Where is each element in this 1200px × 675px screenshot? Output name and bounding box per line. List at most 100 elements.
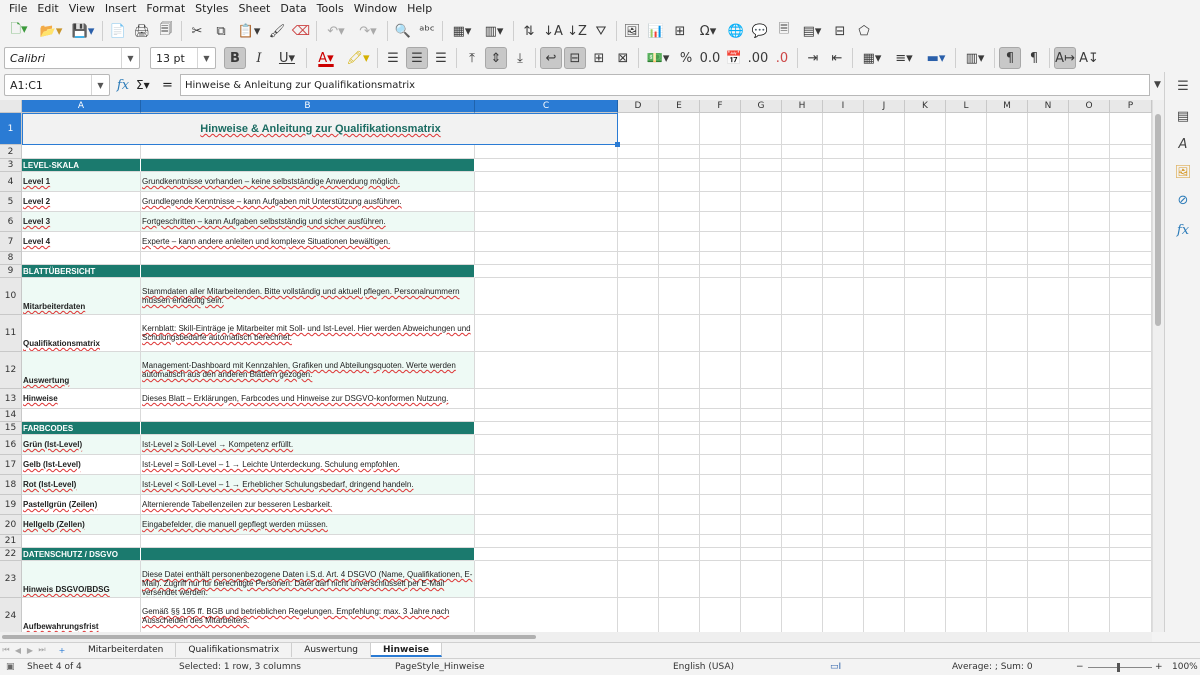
empty-cell[interactable] [905, 113, 946, 145]
properties-icon[interactable]: ▤ [1173, 106, 1193, 126]
empty-cell[interactable] [741, 455, 782, 475]
border-style-icon[interactable]: ≡▾ [889, 47, 919, 69]
section-header[interactable]: BLATTÜBERSICHT [22, 265, 141, 278]
empty-cell[interactable] [782, 352, 823, 389]
empty-cell[interactable] [659, 278, 700, 315]
empty-cell[interactable] [659, 409, 700, 422]
row-header[interactable]: 17 [0, 455, 22, 475]
empty-cell[interactable] [946, 192, 987, 212]
empty-cell[interactable] [946, 265, 987, 278]
underline-button[interactable]: U▾ [272, 47, 302, 69]
empty-cell[interactable] [905, 598, 946, 632]
empty-cell[interactable] [1028, 252, 1069, 265]
empty-cell[interactable] [741, 278, 782, 315]
define-print-area-icon[interactable]: ▤▾ [797, 20, 827, 42]
empty-cell[interactable] [1110, 172, 1152, 192]
empty-cell[interactable] [700, 265, 741, 278]
column-header-f[interactable]: F [700, 100, 741, 113]
vertical-scrollbar[interactable] [1152, 100, 1164, 632]
empty-cell[interactable] [823, 535, 864, 548]
date-format-icon[interactable]: 📅 [723, 47, 745, 69]
row-header[interactable]: 20 [0, 515, 22, 535]
right-to-left-icon[interactable]: ¶ [1023, 47, 1045, 69]
empty-cell[interactable] [987, 409, 1028, 422]
empty-cell[interactable] [1110, 422, 1152, 435]
empty-cell[interactable] [823, 159, 864, 172]
empty-cell[interactable] [946, 422, 987, 435]
empty-cell[interactable] [1028, 535, 1069, 548]
empty-cell[interactable] [700, 435, 741, 455]
empty-cell[interactable] [782, 265, 823, 278]
border-color-icon[interactable]: ▬▾ [921, 47, 951, 69]
description-cell[interactable]: Dieses Blatt – Erklärungen, Farbcodes un… [141, 389, 475, 409]
row-header[interactable]: 3 [0, 159, 22, 172]
column-header-b[interactable]: B [141, 100, 475, 113]
empty-cell[interactable] [1069, 535, 1110, 548]
empty-cell[interactable] [1069, 561, 1110, 598]
column-header-a[interactable]: A [22, 100, 141, 113]
empty-cell[interactable] [823, 265, 864, 278]
italic-button[interactable]: I [248, 47, 270, 69]
empty-cell[interactable] [823, 212, 864, 232]
empty-cell[interactable] [1110, 389, 1152, 409]
save-icon[interactable]: 💾▾ [68, 20, 98, 42]
empty-cell[interactable] [741, 535, 782, 548]
empty-cell[interactable] [1028, 598, 1069, 632]
row-header[interactable]: 23 [0, 561, 22, 598]
name-box[interactable]: A1:C1 ▼ [4, 74, 110, 96]
align-right-icon[interactable]: ☰ [430, 47, 452, 69]
empty-cell[interactable] [659, 475, 700, 495]
zoom-level[interactable]: 100% [1172, 662, 1198, 672]
row-header[interactable]: 4 [0, 172, 22, 192]
sort-icon[interactable]: ⇅ [518, 20, 540, 42]
row-header[interactable]: 13 [0, 389, 22, 409]
empty-cell[interactable] [700, 145, 741, 159]
section-header-fill[interactable] [141, 159, 475, 172]
empty-cell[interactable] [659, 265, 700, 278]
empty-cell[interactable] [946, 409, 987, 422]
empty-cell[interactable] [782, 475, 823, 495]
empty-cell[interactable] [1028, 172, 1069, 192]
empty-cell[interactable] [1069, 475, 1110, 495]
empty-cell[interactable] [782, 113, 823, 145]
font-size-box[interactable]: 13 pt ▼ [150, 47, 216, 69]
empty-cell[interactable] [864, 389, 905, 409]
empty-cell[interactable] [782, 389, 823, 409]
empty-cell[interactable] [1028, 232, 1069, 252]
empty-cell[interactable] [1069, 145, 1110, 159]
empty-cell[interactable] [618, 192, 659, 212]
empty-cell[interactable] [618, 435, 659, 455]
empty-cell[interactable] [1110, 598, 1152, 632]
empty-cell[interactable] [700, 515, 741, 535]
empty-cell[interactable] [823, 113, 864, 145]
empty-cell[interactable] [1028, 113, 1069, 145]
empty-cell[interactable] [1110, 495, 1152, 515]
empty-cell[interactable] [741, 145, 782, 159]
empty-cell[interactable] [1110, 409, 1152, 422]
empty-cell[interactable] [659, 389, 700, 409]
empty-cell[interactable] [905, 435, 946, 455]
empty-cell[interactable] [1110, 435, 1152, 455]
empty-cell[interactable] [905, 548, 946, 561]
language[interactable]: English (USA) [673, 662, 734, 672]
empty-cell[interactable] [741, 113, 782, 145]
freeze-rows-columns-icon[interactable]: ⊟ [829, 20, 851, 42]
label-cell[interactable]: Auswertung [22, 352, 141, 389]
empty-cell[interactable] [618, 515, 659, 535]
empty-cell[interactable] [475, 232, 618, 252]
empty-cell[interactable] [475, 278, 618, 315]
empty-cell[interactable] [741, 352, 782, 389]
empty-cell[interactable] [1028, 435, 1069, 455]
empty-cell[interactable] [987, 422, 1028, 435]
empty-cell[interactable] [618, 352, 659, 389]
empty-cell[interactable] [700, 172, 741, 192]
empty-cell[interactable] [700, 548, 741, 561]
empty-cell[interactable] [618, 315, 659, 352]
empty-cell[interactable] [987, 548, 1028, 561]
description-cell[interactable]: Experte – kann andere anleiten und kompl… [141, 232, 475, 252]
empty-cell[interactable] [864, 561, 905, 598]
insert-chart-icon[interactable]: 📊 [645, 20, 667, 42]
highlight-color-icon[interactable]: 🖍▾ [343, 47, 373, 69]
empty-cell[interactable] [1028, 352, 1069, 389]
empty-cell[interactable] [864, 409, 905, 422]
